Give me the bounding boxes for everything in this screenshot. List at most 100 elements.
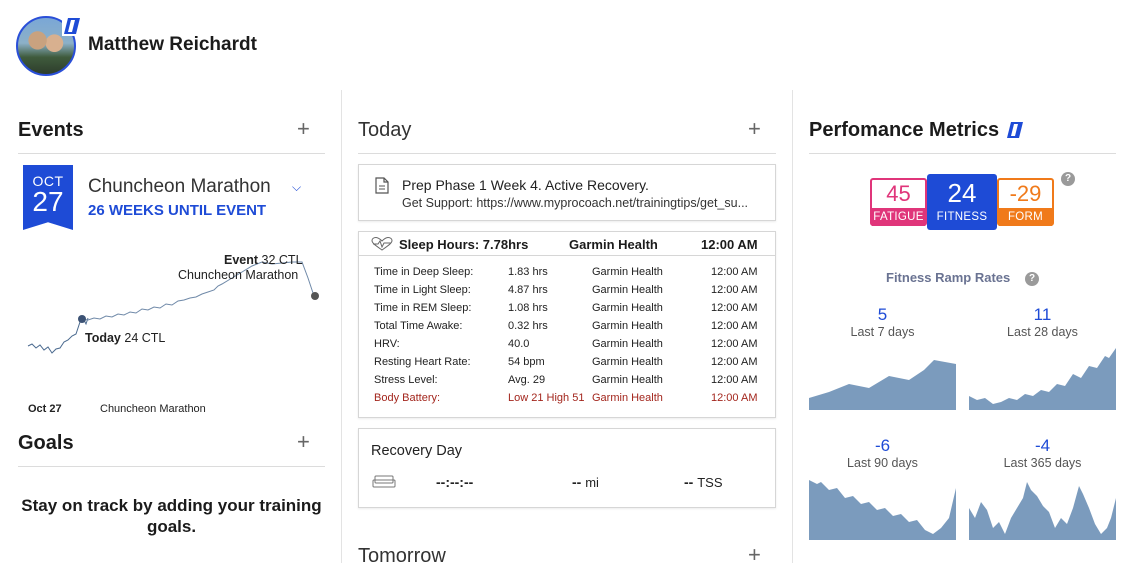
help-icon[interactable]: ?: [1025, 272, 1039, 286]
ramp-rates-title: Fitness Ramp Rates: [886, 270, 1011, 285]
metric-source: Garmin Health: [592, 284, 663, 296]
metric-name: Time in REM Sleep:: [374, 302, 472, 314]
add-goal-button[interactable]: +: [297, 429, 310, 455]
document-icon: [375, 177, 389, 194]
ctl-history-line: [27, 317, 89, 354]
heart-pulse-icon: [371, 237, 393, 251]
metric-row[interactable]: Time in Light Sleep: 4.87 hrs Garmin Healt…: [374, 282, 769, 300]
sleep-time: 12:00 AM: [701, 237, 758, 252]
add-event-button[interactable]: +: [297, 116, 310, 142]
ramp-sparkline-7: [809, 360, 956, 410]
metric-name: Body Battery:: [374, 392, 441, 404]
help-icon[interactable]: ?: [1061, 172, 1075, 186]
sleep-source: Garmin Health: [569, 237, 658, 252]
metric-source: Garmin Health: [592, 356, 663, 368]
sparkline-area: [809, 360, 956, 410]
today-ctl-value: 24 CTL: [124, 331, 166, 345]
metric-name: Stress Level:: [374, 374, 438, 386]
metric-time: 12:00 AM: [711, 320, 758, 332]
metric-source: Garmin Health: [592, 374, 663, 386]
recovery-duration: --:--:--: [436, 474, 474, 490]
metric-row[interactable]: Body Battery: Low 21 High 51 Garmin Health…: [374, 390, 769, 408]
trainingpeaks-logo-icon: [1007, 122, 1023, 138]
today-ctl-label: Today 24 CTL: [85, 331, 165, 345]
today-ctl-bold: Today: [85, 331, 121, 345]
performance-title: Perfomance Metrics: [809, 119, 1000, 141]
plan-note-support: Get Support: https://www.myprocoach.net/…: [402, 196, 749, 210]
metric-time: 12:00 AM: [711, 284, 758, 296]
user-name[interactable]: Matthew Reichardt: [88, 34, 257, 56]
divider: [358, 153, 776, 154]
event-ctl-label: Event 32 CTL: [224, 253, 303, 267]
event-ctl-value: 32 CTL: [261, 253, 303, 267]
fitness-metric[interactable]: 24 FITNESS: [927, 174, 997, 230]
recovery-tss-value: --: [684, 474, 694, 490]
profile-header: Matthew Reichardt: [0, 0, 1135, 90]
tomorrow-title: Tomorrow: [358, 545, 446, 563]
goals-title: Goals: [18, 432, 74, 454]
ramp-value-28: 11: [1033, 305, 1052, 324]
metric-time: 12:00 AM: [711, 356, 758, 368]
metric-row[interactable]: Resting Heart Rate: 54 bpm Garmin Health 12…: [374, 354, 769, 372]
sleep-hours: Sleep Hours: 7.78hrs: [399, 237, 529, 252]
metric-value: 54 bpm: [508, 356, 545, 368]
form-value: -29: [1009, 181, 1042, 206]
metric-value: 1.08 hrs: [508, 302, 548, 314]
event-day: 27: [32, 186, 64, 217]
today-title: Today: [358, 119, 412, 141]
fatigue-value: 45: [886, 181, 911, 206]
ramp-value-7: 5: [877, 305, 888, 324]
add-workout-today-button[interactable]: +: [748, 116, 761, 142]
divider: [809, 153, 1116, 154]
sparkline-area: [809, 480, 956, 540]
add-workout-tomorrow-button[interactable]: +: [748, 542, 761, 563]
divider: [18, 466, 325, 467]
metric-value: Low 21 High 51: [508, 392, 585, 404]
fitness-label: FITNESS: [936, 211, 988, 223]
ramp-value-365: -4: [1034, 436, 1051, 455]
recovery-distance: -- mi: [572, 474, 599, 490]
event-ctl-name: Chuncheon Marathon: [178, 268, 299, 282]
recovery-distance-value: --: [572, 474, 582, 490]
metric-row[interactable]: Time in Deep Sleep: 1.83 hrs Garmin Health…: [374, 264, 769, 282]
form-metric[interactable]: -29 FORM: [997, 178, 1054, 226]
weeks-until-event: 26 WEEKS UNTIL EVENT: [88, 202, 267, 219]
metrics-table: Time in Deep Sleep: 1.83 hrs Garmin Health…: [374, 264, 769, 408]
ramp-sparkline-90: [809, 480, 956, 540]
metric-row[interactable]: Stress Level: Avg. 29 Garmin Health 12:00 A…: [374, 372, 769, 390]
metric-row[interactable]: Total Time Awake: 0.32 hrs Garmin Health 12…: [374, 318, 769, 336]
metric-source: Garmin Health: [592, 266, 663, 278]
metric-value: 1.83 hrs: [508, 266, 548, 278]
sleep-header: Sleep Hours: 7.78hrs Garmin Health 12:00…: [359, 232, 775, 256]
metrics-card[interactable]: Sleep Hours: 7.78hrs Garmin Health 12:00…: [358, 231, 776, 418]
recovery-tss-unit: TSS: [697, 475, 723, 490]
metric-row[interactable]: Time in REM Sleep: 1.08 hrs Garmin Health 1…: [374, 300, 769, 318]
event-marker: [311, 292, 319, 300]
metric-value: 40.0: [508, 338, 530, 350]
chart-footer-event: Chuncheon Marathon: [100, 403, 206, 415]
trainingpeaks-logo-icon: [62, 16, 82, 36]
ramp-period-90: Last 90 days: [847, 456, 918, 470]
metric-name: Time in Light Sleep:: [374, 284, 471, 296]
metric-time: 12:00 AM: [711, 338, 758, 350]
metric-time: 12:00 AM: [711, 374, 758, 386]
fatigue-label: FATIGUE: [872, 208, 925, 226]
divider: [18, 153, 325, 154]
metric-time: 12:00 AM: [711, 266, 758, 278]
metric-source: Garmin Health: [592, 392, 663, 404]
fatigue-metric[interactable]: 45 FATIGUE: [870, 178, 927, 226]
sparkline-area: [969, 482, 1116, 540]
metric-source: Garmin Health: [592, 302, 663, 314]
ramp-sparkline-28: [969, 348, 1116, 410]
today-marker: [78, 315, 86, 323]
sparkline-area: [969, 348, 1116, 410]
recovery-day-card[interactable]: Recovery Day --:--:-- -- mi -- TSS: [358, 428, 776, 508]
metric-row[interactable]: HRV: 40.0 Garmin Health 12:00 AM: [374, 336, 769, 354]
training-plan-note[interactable]: Prep Phase 1 Week 4. Active Recovery. Ge…: [358, 164, 776, 221]
metric-value: 4.87 hrs: [508, 284, 548, 296]
form-label: FORM: [999, 208, 1052, 226]
chevron-down-icon[interactable]: ⌵: [292, 180, 301, 195]
event-date-badge: OCT 27: [23, 165, 73, 230]
metric-source: Garmin Health: [592, 338, 663, 350]
event-name[interactable]: Chuncheon Marathon: [88, 176, 271, 198]
